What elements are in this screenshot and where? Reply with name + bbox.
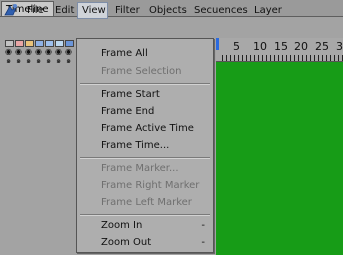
track-color-swatch[interactable]	[25, 40, 34, 47]
menu-item-frame-right-marker: Frame Right Marker	[101, 180, 200, 191]
menu-item-label: Zoom In	[101, 220, 143, 231]
ruler-label: 3	[336, 40, 343, 53]
eye-icon[interactable]: ◉	[35, 48, 42, 56]
ruler-label: 20	[294, 40, 308, 53]
track-color-swatch[interactable]	[65, 40, 74, 47]
lock-icon[interactable]: ๑	[16, 57, 21, 65]
menu-filter[interactable]: Filter	[113, 2, 142, 19]
lock-icon[interactable]: ๑	[26, 57, 31, 65]
ruler-label: 10	[253, 40, 267, 53]
ruler-label: 5	[233, 40, 240, 53]
menu-file[interactable]: File	[25, 2, 46, 19]
ruler-label: 25	[315, 40, 329, 53]
menu-edit[interactable]: Edit	[53, 2, 76, 19]
ruler-label: 15	[274, 40, 288, 53]
menu-separator	[80, 83, 210, 85]
track-color-swatch[interactable]	[15, 40, 24, 47]
menu-item-frame-time[interactable]: Frame Time...	[77, 138, 213, 154]
menu-item-frame-left-marker: Frame Left Marker	[101, 197, 192, 208]
menu-item-label: Zoom Out	[101, 237, 152, 248]
menu-separator	[80, 214, 210, 216]
timeline-canvas[interactable]	[216, 62, 343, 255]
lock-icon[interactable]: ๑	[6, 57, 11, 65]
eye-icon[interactable]: ◉	[65, 48, 72, 56]
track-color-swatch[interactable]	[45, 40, 54, 47]
menu-item-frame-active-time[interactable]: Frame Active Time	[77, 121, 213, 137]
lock-icon[interactable]: ๑	[66, 57, 71, 65]
lock-icon[interactable]: ๑	[36, 57, 41, 65]
menu-view[interactable]: View	[77, 2, 108, 19]
eye-icon[interactable]: ◉	[25, 48, 32, 56]
eye-icon[interactable]: ◉	[55, 48, 62, 56]
menu-shortcut: -	[201, 220, 205, 231]
lock-icon[interactable]: ๑	[56, 57, 61, 65]
menu-layer[interactable]: Layer	[252, 2, 284, 19]
menu-item-frame-all[interactable]: Frame All	[77, 46, 213, 62]
menu-bar	[0, 17, 343, 38]
menu-item-zoom-out[interactable]: Zoom Out -	[77, 235, 213, 251]
menu-item-zoom-in[interactable]: Zoom In -	[77, 218, 213, 234]
menu-shortcut: -	[201, 237, 205, 248]
menu-secuences[interactable]: Secuences	[192, 2, 250, 19]
menu-objects[interactable]: Objects	[147, 2, 189, 19]
eye-icon[interactable]: ◉	[45, 48, 52, 56]
track-color-swatch[interactable]	[5, 40, 14, 47]
current-time-marker[interactable]	[216, 38, 219, 50]
menu-item-frame-end[interactable]: Frame End	[77, 104, 213, 120]
eye-icon[interactable]: ◉	[5, 48, 12, 56]
menu-item-frame-selection: Frame Selection	[101, 66, 182, 77]
view-menu-dropdown: Frame All Frame Selection Frame Start Fr…	[76, 38, 214, 253]
menu-item-frame-start[interactable]: Frame Start	[77, 87, 213, 103]
menu-separator	[80, 157, 210, 159]
track-color-swatch[interactable]	[55, 40, 64, 47]
timeline-app-icon[interactable]	[3, 3, 19, 17]
lock-icon[interactable]: ๑	[46, 57, 51, 65]
track-color-swatch[interactable]	[35, 40, 44, 47]
eye-icon[interactable]: ◉	[15, 48, 22, 56]
menu-item-frame-marker: Frame Marker...	[101, 163, 179, 174]
